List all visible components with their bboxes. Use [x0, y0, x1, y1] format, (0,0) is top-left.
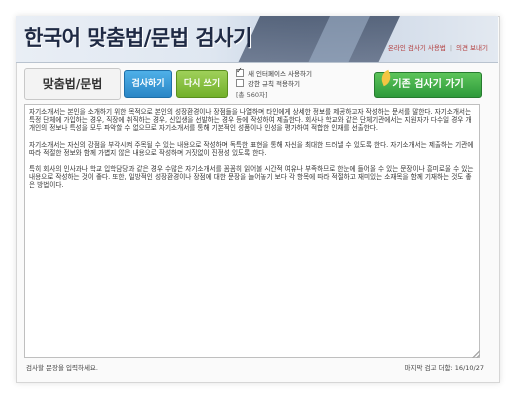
- classic-checker-label: 기존 검사기 가기: [392, 79, 464, 90]
- check-button[interactable]: 검사하기: [124, 70, 172, 98]
- leaf-icon: [378, 69, 394, 87]
- paragraph: 자기소개서는 자신의 강점을 부각시켜 주목될 수 있는 내용으로 작성하며 독…: [29, 140, 474, 157]
- help-link[interactable]: 온라인 검사기 사용법: [388, 44, 446, 52]
- feedback-link[interactable]: 의견 보내기: [456, 44, 488, 52]
- input-hint: 검사할 문장을 입력하세요.: [26, 364, 98, 372]
- app-title: 한국어 맞춤법/문법 검사기: [24, 26, 252, 50]
- strong-rules-checkbox[interactable]: [236, 79, 244, 87]
- text-input-area[interactable]: 자기소개서는 본인을 소개하기 위한 목적으로 본인의 성장환경이나 장점들을 …: [24, 104, 480, 358]
- header-banner: 한국어 맞춤법/문법 검사기 온라인 검사기 사용법 | 의견 보내기: [16, 16, 498, 63]
- char-count: [총 560자]: [236, 91, 268, 99]
- classic-checker-button[interactable]: 기존 검사기 가기: [374, 69, 482, 98]
- option-label: 새 인터페이스 사용하기: [248, 70, 312, 78]
- option-strong-rules[interactable]: 강한 규칙 적용하기: [236, 78, 312, 88]
- top-links: 온라인 검사기 사용법 | 의견 보내기: [388, 42, 488, 52]
- option-label: 강한 규칙 적용하기: [248, 80, 300, 88]
- rewrite-button[interactable]: 다시 쓰기: [176, 70, 228, 98]
- mode-label: 맞춤법/문법: [24, 68, 121, 100]
- link-separator: |: [449, 44, 453, 52]
- paragraph: 특히 회사의 인사과나 학교 입학담당과 같은 경우 수많은 자기소개서를 꼼꼼…: [29, 165, 474, 190]
- toolbar: 맞춤법/문법 검사하기 다시 쓰기 새 인터페이스 사용하기 강한 규칙 적용하…: [24, 66, 492, 102]
- resize-grip[interactable]: [472, 350, 480, 358]
- paragraph: 자기소개서는 본인을 소개하기 위한 목적으로 본인의 성장환경이나 장점들을 …: [29, 108, 472, 133]
- option-new-interface[interactable]: 새 인터페이스 사용하기: [236, 66, 312, 78]
- options-panel: 새 인터페이스 사용하기 강한 규칙 적용하기 [총 560자]: [236, 66, 312, 99]
- last-update: 마지막 검고 더함: 16/10/27: [404, 364, 484, 372]
- new-interface-checkbox[interactable]: [236, 66, 244, 77]
